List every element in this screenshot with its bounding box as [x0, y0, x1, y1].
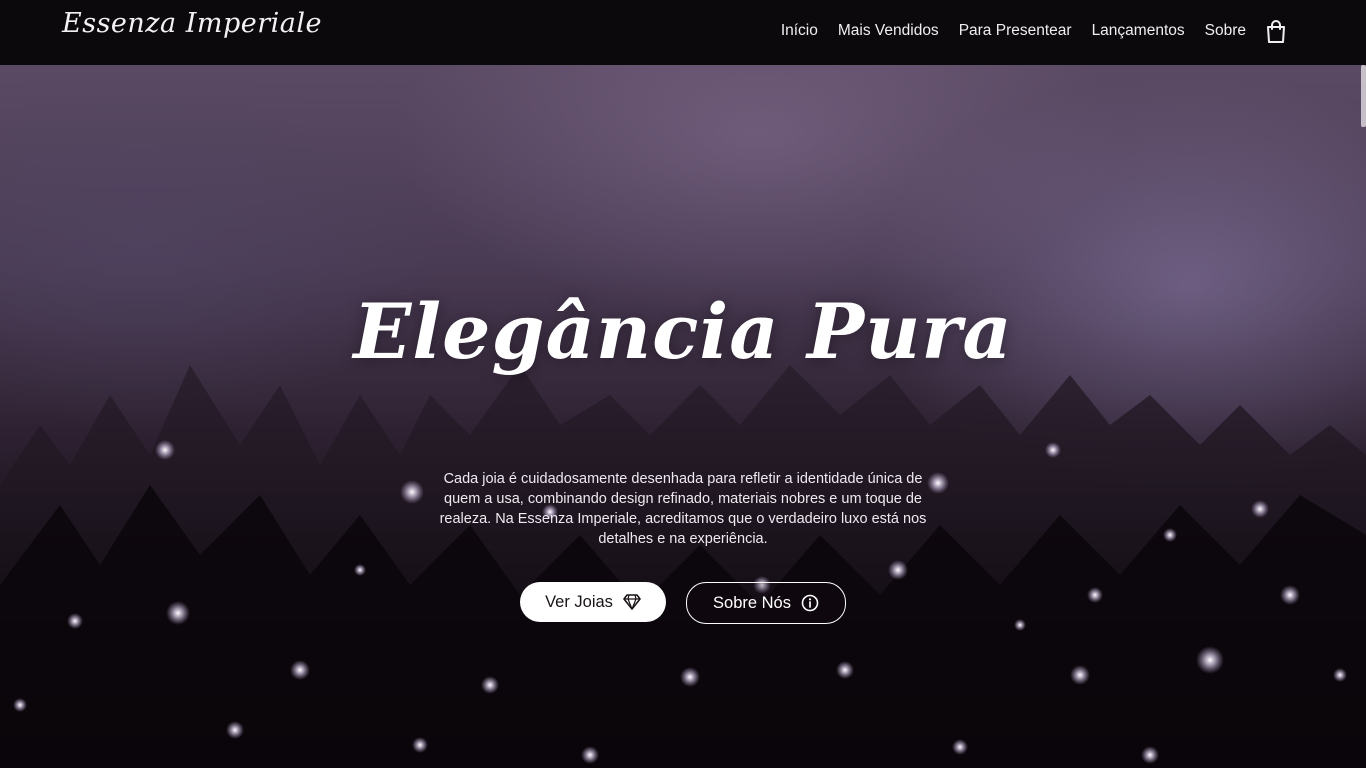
hero-title: Elegância Pura: [353, 287, 1013, 376]
nav-item-lancamentos[interactable]: Lançamentos: [1092, 22, 1185, 40]
shopping-bag-icon[interactable]: [1265, 20, 1287, 44]
page-scrollbar[interactable]: [1361, 65, 1366, 127]
nav-item-sobre[interactable]: Sobre: [1205, 22, 1246, 40]
main-nav: Início Mais Vendidos Para Presentear Lan…: [781, 22, 1246, 40]
top-navbar: Essenza Imperiale Início Mais Vendidos P…: [0, 0, 1366, 65]
nav-item-para-presentear[interactable]: Para Presentear: [959, 22, 1072, 40]
nav-item-inicio[interactable]: Início: [781, 22, 818, 40]
brand-logo[interactable]: Essenza Imperiale: [62, 8, 322, 39]
about-us-button-label: Sobre Nós: [713, 593, 791, 612]
diamond-icon: [623, 594, 641, 610]
hero-background-image: [0, 365, 1366, 768]
hero-description: Cada joia é cuidadosamente desenhada par…: [439, 471, 927, 547]
see-jewelry-button-label: Ver Joias: [545, 592, 613, 611]
about-us-button[interactable]: Sobre Nós: [686, 582, 846, 624]
nav-item-mais-vendidos[interactable]: Mais Vendidos: [838, 22, 939, 40]
see-jewelry-button[interactable]: Ver Joias: [520, 582, 666, 622]
hero-section: Elegância Pura Cada joia é cuidadosament…: [0, 65, 1366, 768]
info-circle-icon: [801, 594, 819, 612]
